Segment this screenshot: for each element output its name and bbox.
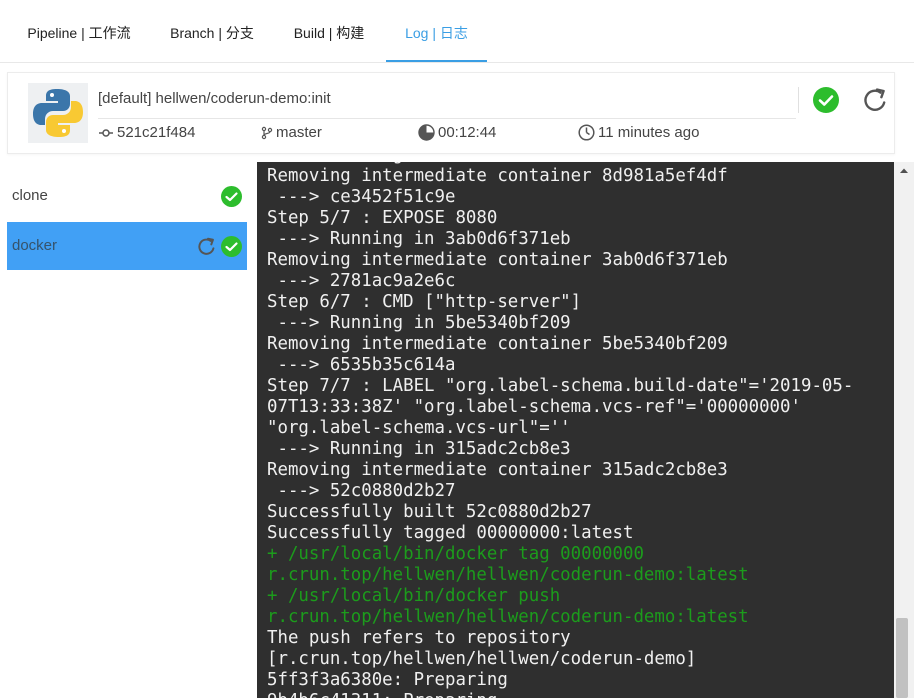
scrollbar-thumb[interactable] [896,618,908,698]
build-time-text: 11 minutes ago [598,124,700,141]
page-scrollbar[interactable] [894,162,914,698]
step-clone[interactable]: clone [7,172,247,220]
log-line: ---> Running in 315adc2cb8e3 [267,439,571,459]
branch-icon [261,126,273,139]
python-logo [28,83,88,143]
build-duration-text: 00:12:44 [438,124,497,141]
branch-name-text: master [276,124,322,141]
log-line: ---> ce3452f51c9e [267,187,456,207]
log-line: [r.crun.top/hellwen/hellwen/coderun-demo… [267,649,697,669]
log-line: Successfully built 52c0880d2b27 [267,502,592,522]
log-line: 07T13:33:38Z' "org.label-schema.vcs-ref"… [267,397,801,417]
tab-build[interactable]: Build | 构建 [288,0,370,62]
tab-log[interactable]: Log | 日志 [386,0,487,62]
log-line: ---> 6535b35c614a [267,355,456,375]
log-line: The push refers to repository [267,628,571,648]
log-line: Removing intermediate container 5be5340b… [267,334,728,354]
tab-branch[interactable]: Branch | 分支 [163,0,261,62]
log-line: ---> Running in 3ab0d6f371eb [267,229,571,249]
log-line: Step 6/7 : CMD ["http-server"] [267,292,582,312]
header-divider [98,118,796,119]
log-output[interactable]: ---> Running in ...Removing intermediate… [257,162,894,698]
log-line: 5ff3f3a6380e: Preparing [267,670,508,690]
tab-pipeline[interactable]: Pipeline | 工作流 [22,0,136,62]
commit-hash[interactable]: 521c21f484 [98,124,195,141]
restart-icon[interactable] [861,86,889,119]
commit-hash-text: 521c21f484 [117,124,196,141]
log-line: Step 7/7 : LABEL "org.label-schema.build… [267,376,854,396]
steps-sidebar: clone docker [0,162,257,698]
log-line: Removing intermediate container 315adc2c… [267,460,728,480]
restart-icon[interactable] [196,236,217,257]
pie-clock-icon [418,124,435,141]
success-check-icon [221,236,242,257]
branch-name[interactable]: master [261,124,322,141]
log-line: + /usr/local/bin/docker push [267,586,561,606]
step-label: clone [12,187,48,204]
step-label: docker [12,237,58,254]
build-duration: 00:12:44 [418,124,496,141]
commit-icon [99,128,113,137]
step-docker[interactable]: docker [7,222,247,270]
log-line: ---> Running in 5be5340bf209 [267,313,571,333]
log-line: Successfully tagged 00000000:latest [267,523,634,543]
build-header: [default] hellwen/coderun-demo:init 521c… [7,72,895,154]
log-line: Removing intermediate container 8d981a5e… [267,166,728,186]
log-line: r.crun.top/hellwen/hellwen/coderun-demo:… [267,607,749,627]
success-check-icon [813,87,839,118]
log-line: ---> 52c0880d2b27 [267,481,456,501]
log-line: Removing intermediate container 3ab0d6f3… [267,250,728,270]
log-line: 9b4b6c41311: Preparing [267,691,888,698]
success-check-icon [221,186,242,207]
top-tab-bar: Pipeline | 工作流 Branch | 分支 Build | 构建 Lo… [0,0,914,63]
scroll-up-arrow-icon[interactable] [894,162,914,180]
log-line: Step 5/7 : EXPOSE 8080 [267,208,498,228]
clock-icon [578,124,595,141]
log-line: ---> 2781ac9a2e6c [267,271,456,291]
build-time: 11 minutes ago [578,124,699,141]
log-lines: ---> Running in ...Removing intermediate… [267,162,888,698]
repo-title[interactable]: [default] hellwen/coderun-demo:init [98,90,331,107]
log-line: "org.label-schema.vcs-url"='' [267,418,571,438]
log-line: r.crun.top/hellwen/hellwen/coderun-demo:… [267,565,749,585]
header-separator [798,87,799,113]
log-line: + /usr/local/bin/docker tag 00000000 [267,544,644,564]
